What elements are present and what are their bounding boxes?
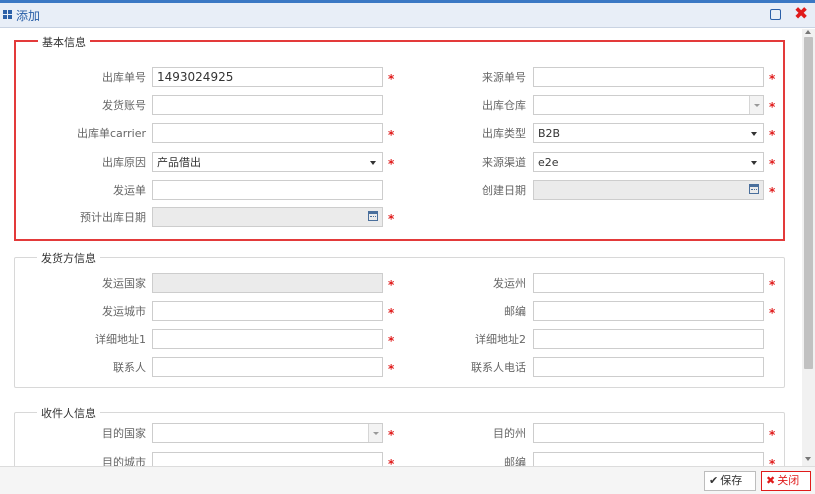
combo-dropdown-icon[interactable]: [749, 96, 763, 114]
outbound-reason-select[interactable]: 产品借出: [152, 152, 383, 172]
ship-country-field[interactable]: [152, 273, 383, 293]
source-no-label: 来源单号: [482, 71, 526, 84]
source-no-field[interactable]: [533, 67, 764, 87]
ship-state-label: 发运州: [493, 277, 526, 290]
required-mark: *: [388, 306, 395, 320]
planned-outbound-date-label: 预计出库日期: [80, 211, 146, 224]
required-mark: *: [388, 457, 395, 466]
address1-field[interactable]: [152, 329, 383, 349]
receiver-postcode-field[interactable]: [533, 452, 764, 466]
combo-dropdown-icon[interactable]: [368, 424, 382, 442]
dialog-title: 添加: [16, 9, 41, 23]
dest-city-label: 目的城市: [102, 456, 146, 466]
calendar-icon[interactable]: [749, 184, 759, 194]
required-mark: *: [388, 128, 395, 142]
contact-label: 联系人: [113, 361, 146, 374]
required-mark: *: [769, 72, 776, 86]
ship-state-field[interactable]: [533, 273, 764, 293]
required-mark: *: [388, 212, 395, 226]
create-date-label: 创建日期: [482, 184, 526, 197]
close-button-label: 关闭: [777, 474, 800, 487]
dialog-titlebar: 添加 ✖: [0, 0, 815, 28]
chevron-down-icon: [751, 161, 757, 165]
dest-country-label: 目的国家: [102, 427, 146, 440]
dest-state-label: 目的州: [493, 427, 526, 440]
vertical-scrollbar[interactable]: [802, 29, 815, 466]
required-mark: *: [769, 278, 776, 292]
outbound-type-label: 出库类型: [482, 127, 526, 140]
basic-info-legend: 基本信息: [38, 34, 90, 50]
calendar-icon[interactable]: [368, 211, 378, 221]
outbound-carrier-field[interactable]: [152, 123, 383, 143]
contact-phone-label: 联系人电话: [471, 361, 526, 374]
close-x-icon: ✖: [766, 474, 776, 487]
required-mark: *: [388, 334, 395, 348]
ship-city-field[interactable]: [152, 301, 383, 321]
save-button-label: 保存: [720, 474, 743, 487]
shipping-order-field[interactable]: [152, 180, 383, 200]
contact-field[interactable]: [152, 357, 383, 377]
chevron-down-icon: [370, 161, 376, 165]
planned-outbound-date-field[interactable]: [152, 207, 383, 227]
shipper-postcode-label: 邮编: [504, 305, 526, 318]
contact-phone-field[interactable]: [533, 357, 764, 377]
form-scroll-area: 基本信息 出库单号 1493024925 * 来源单号 * 发货账号 出库仓库 …: [0, 29, 801, 466]
ship-country-label: 发运国家: [102, 277, 146, 290]
address1-label: 详细地址1: [95, 333, 146, 346]
dialog-footer: ✔ 保存 ✖ 关闭: [0, 466, 815, 494]
create-date-field[interactable]: [533, 180, 764, 200]
scroll-up-icon[interactable]: [805, 30, 811, 34]
scroll-down-icon[interactable]: [805, 457, 811, 461]
outbound-carrier-label: 出库单carrier: [77, 127, 146, 140]
shipper-info-legend: 发货方信息: [37, 250, 100, 266]
required-mark: *: [769, 306, 776, 320]
required-mark: *: [769, 457, 776, 466]
save-button[interactable]: ✔ 保存: [704, 471, 756, 491]
source-channel-select[interactable]: e2e: [533, 152, 764, 172]
dest-country-combo[interactable]: [152, 423, 383, 443]
required-mark: *: [769, 128, 776, 142]
receiver-info-legend: 收件人信息: [37, 405, 100, 421]
ship-account-label: 发货账号: [102, 99, 146, 112]
maximize-button[interactable]: [770, 9, 781, 20]
address2-label: 详细地址2: [475, 333, 526, 346]
required-mark: *: [769, 428, 776, 442]
source-channel-label: 来源渠道: [482, 156, 526, 169]
address2-field[interactable]: [533, 329, 764, 349]
required-mark: *: [769, 157, 776, 171]
check-icon: ✔: [709, 474, 719, 487]
outbound-reason-label: 出库原因: [102, 156, 146, 169]
shipper-postcode-field[interactable]: [533, 301, 764, 321]
required-mark: *: [388, 157, 395, 171]
outbound-no-field[interactable]: 1493024925: [152, 67, 383, 87]
required-mark: *: [769, 185, 776, 199]
dest-city-field[interactable]: [152, 452, 383, 466]
required-mark: *: [388, 428, 395, 442]
required-mark: *: [769, 100, 776, 114]
outbound-type-select[interactable]: B2B: [533, 123, 764, 143]
required-mark: *: [388, 278, 395, 292]
grid-icon: [3, 10, 13, 19]
shipping-order-label: 发运单: [113, 184, 146, 197]
required-mark: *: [388, 362, 395, 376]
close-button[interactable]: ✖ 关闭: [761, 471, 811, 491]
receiver-postcode-label: 邮编: [504, 456, 526, 466]
titlebar-accent-line: [0, 0, 815, 3]
ship-city-label: 发运城市: [102, 305, 146, 318]
outbound-no-label: 出库单号: [102, 71, 146, 84]
close-icon[interactable]: ✖: [794, 3, 808, 25]
required-mark: *: [388, 72, 395, 86]
outbound-warehouse-label: 出库仓库: [482, 99, 526, 112]
ship-account-field[interactable]: [152, 95, 383, 115]
outbound-warehouse-combo[interactable]: [533, 95, 764, 115]
scrollbar-thumb[interactable]: [804, 37, 813, 369]
dest-state-field[interactable]: [533, 423, 764, 443]
chevron-down-icon: [751, 132, 757, 136]
